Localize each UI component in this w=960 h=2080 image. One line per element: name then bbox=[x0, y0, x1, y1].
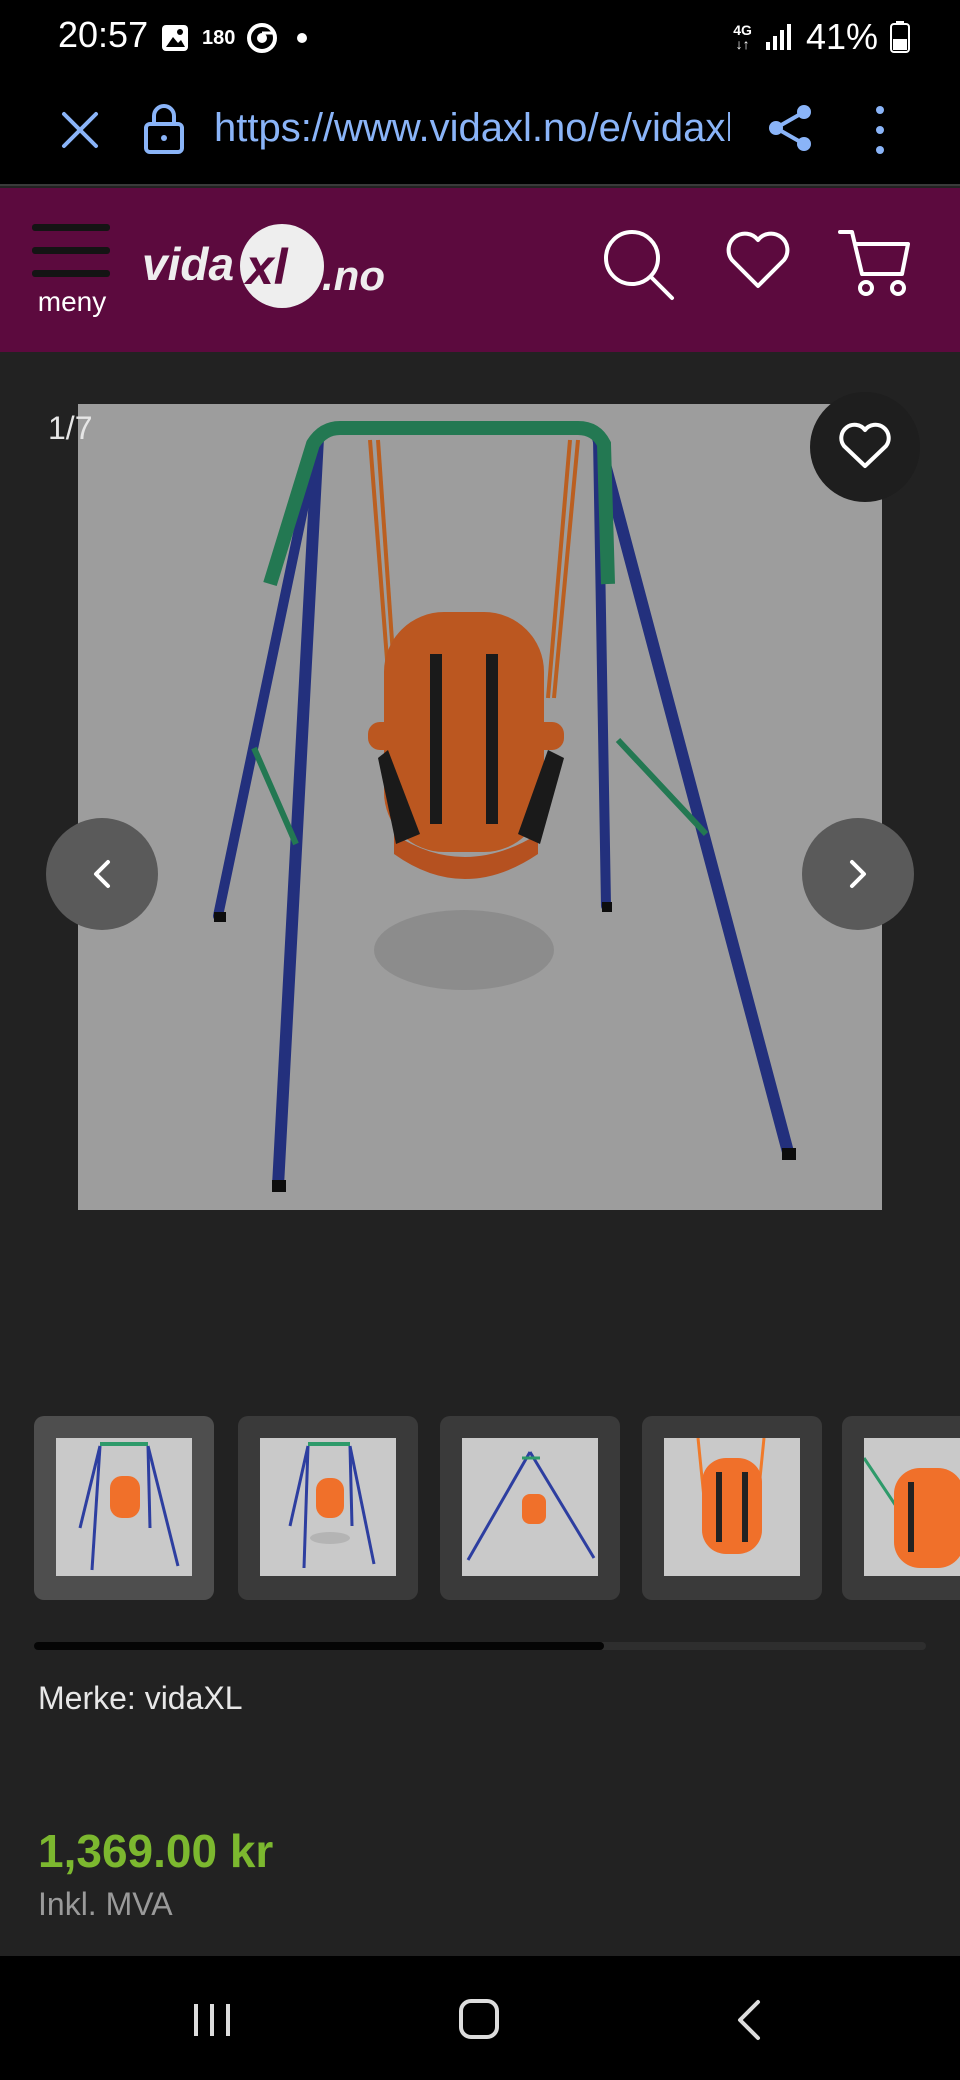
svg-text:.no: .no bbox=[322, 252, 385, 299]
thumbnail-scrollbar-thumb[interactable] bbox=[34, 1642, 604, 1650]
product-price: 1,369.00 kr bbox=[38, 1825, 274, 1877]
network-type: 4G ↓↑ bbox=[733, 22, 752, 52]
battery-percent: 41% bbox=[805, 16, 878, 57]
menu-label: meny bbox=[37, 286, 107, 317]
back-icon[interactable] bbox=[734, 1998, 762, 2042]
cart-icon[interactable] bbox=[838, 226, 912, 300]
svg-text:vida: vida bbox=[142, 238, 234, 290]
notification-count: 180 bbox=[202, 26, 236, 49]
browser-url-bar: https://www.vidaxl.no/e/vidaxl-toddler-s… bbox=[0, 76, 960, 186]
close-icon[interactable] bbox=[56, 106, 104, 154]
more-options-icon[interactable] bbox=[866, 104, 894, 156]
status-notification-icons: 180 bbox=[160, 20, 308, 56]
status-time: 20:57 bbox=[58, 14, 149, 55]
product-gallery: 1/7 bbox=[0, 352, 960, 1352]
lock-icon[interactable] bbox=[142, 102, 186, 154]
thumbnail-image bbox=[462, 1438, 598, 1576]
recent-apps-icon[interactable] bbox=[190, 2002, 234, 2038]
add-to-wishlist-button[interactable] bbox=[810, 392, 920, 502]
status-system-icons: 4G ↓↑ 41% bbox=[733, 16, 910, 58]
chrome-icon bbox=[247, 23, 278, 53]
thumbnail-image bbox=[664, 1438, 800, 1576]
thumbnail-4[interactable] bbox=[642, 1416, 822, 1600]
thumbnail-5[interactable] bbox=[842, 1416, 960, 1600]
status-dot bbox=[297, 33, 308, 43]
thumbnail-image bbox=[260, 1438, 396, 1576]
heart-icon bbox=[839, 422, 891, 468]
thumbnail-3[interactable] bbox=[440, 1416, 620, 1600]
image-dim-overlay bbox=[78, 404, 882, 1210]
chevron-right-icon bbox=[850, 860, 866, 888]
gallery-notification-icon bbox=[162, 25, 188, 51]
site-header: meny vida xl .no bbox=[0, 188, 960, 352]
vat-note: Inkl. MVA bbox=[38, 1886, 173, 1922]
battery-icon bbox=[890, 21, 910, 53]
signal-icon bbox=[765, 24, 791, 50]
menu-button[interactable]: meny bbox=[30, 224, 114, 324]
chevron-left-icon bbox=[94, 860, 110, 888]
product-main-image[interactable] bbox=[78, 404, 882, 1210]
share-icon[interactable] bbox=[764, 102, 816, 154]
svg-text:xl: xl bbox=[243, 239, 289, 295]
previous-image-button[interactable] bbox=[46, 818, 158, 930]
android-navigation-bar bbox=[0, 1956, 960, 2080]
image-counter: 1/7 bbox=[48, 410, 93, 446]
vidaxl-logo[interactable]: vida xl .no bbox=[142, 218, 402, 318]
thumbnail-image bbox=[56, 1438, 192, 1576]
thumbnail-1[interactable] bbox=[34, 1416, 214, 1600]
url-field[interactable]: https://www.vidaxl.no/e/vidaxl-toddler-s… bbox=[214, 106, 730, 156]
home-icon[interactable] bbox=[458, 1998, 500, 2040]
hamburger-icon bbox=[32, 224, 110, 277]
wishlist-heart-icon[interactable] bbox=[726, 230, 790, 290]
status-bar: 20:57 180 4G ↓↑ 41% bbox=[0, 0, 960, 76]
thumbnail-strip[interactable] bbox=[0, 1416, 960, 1600]
thumbnail-image bbox=[864, 1438, 960, 1576]
product-brand: Merke: vidaXL bbox=[38, 1680, 243, 1716]
thumbnail-2[interactable] bbox=[238, 1416, 418, 1600]
search-icon[interactable] bbox=[600, 226, 676, 302]
next-image-button[interactable] bbox=[802, 818, 914, 930]
